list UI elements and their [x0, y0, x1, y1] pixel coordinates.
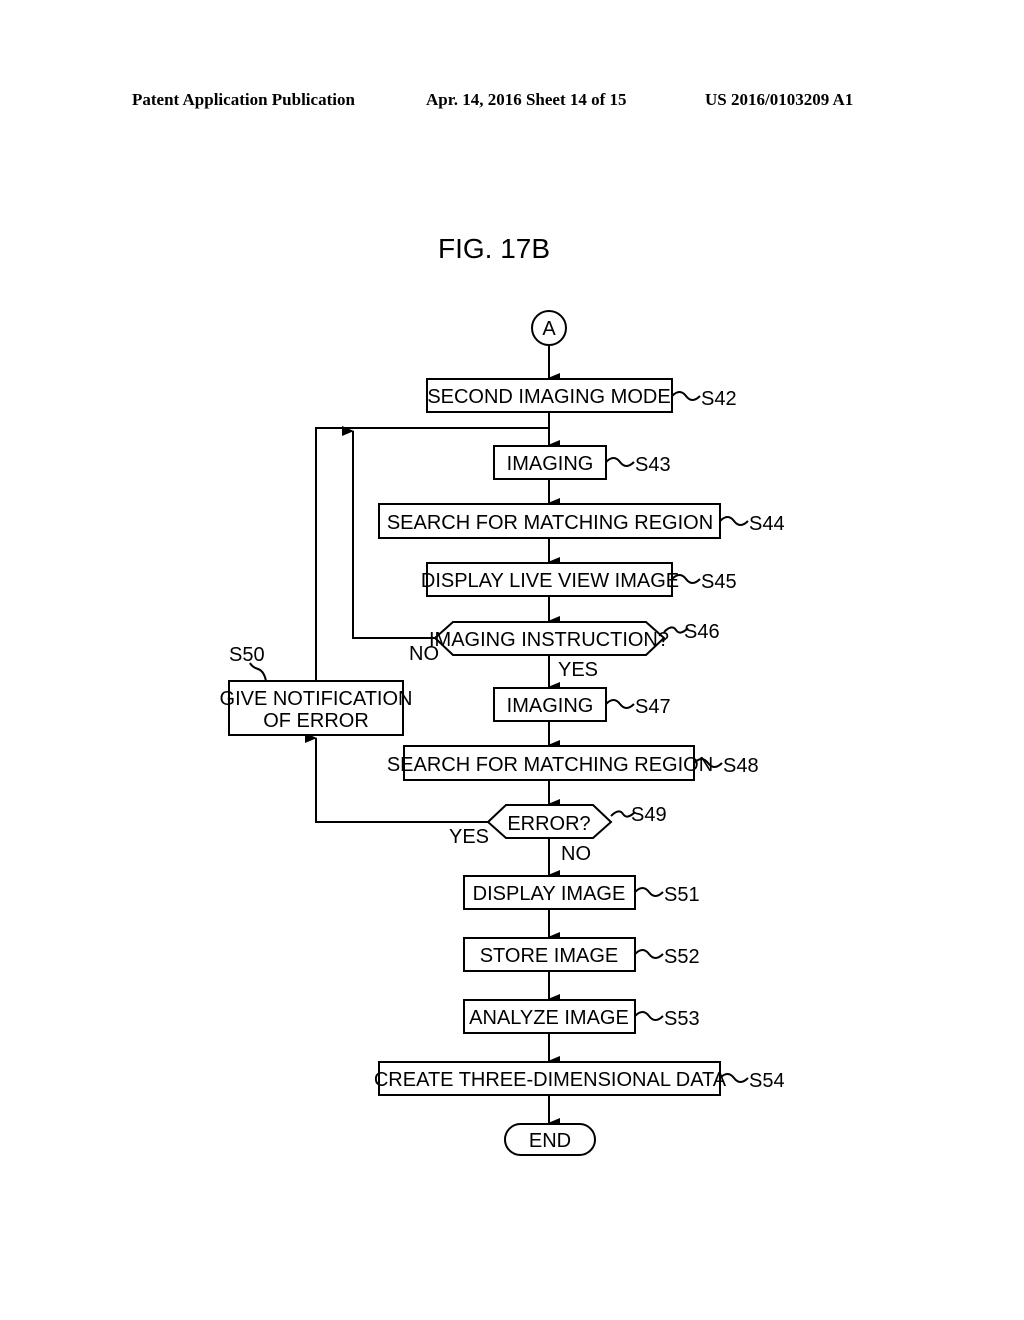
leader-s44	[719, 516, 749, 526]
step-s50-label-line2: OF ERROR	[263, 710, 369, 732]
leader-s42	[671, 391, 701, 401]
decision-s49: ERROR? S49 YES NO	[449, 804, 667, 865]
decision-s46-yes: YES	[558, 659, 598, 681]
decision-s49-label: ERROR?	[507, 813, 590, 835]
step-s48-label: SEARCH FOR MATCHING REGION	[387, 754, 713, 776]
step-s54-id: S54	[749, 1070, 785, 1092]
step-s53: ANALYZE IMAGE S53	[463, 999, 700, 1034]
step-s42-id: S42	[701, 388, 737, 410]
step-s52-id: S52	[664, 946, 700, 968]
flowchart: FIG. 17B A SECOND IMAGING MODE S42 IMAGI…	[220, 233, 785, 1156]
step-s51: DISPLAY IMAGE S51	[463, 875, 700, 910]
leader-s43	[605, 457, 635, 467]
step-s47-id: S47	[635, 696, 671, 718]
step-s43: IMAGING S43	[493, 445, 671, 480]
leader-s53	[634, 1011, 664, 1021]
step-s54-label: CREATE THREE-DIMENSIONAL DATA	[374, 1069, 727, 1091]
decision-s46: IMAGING INSTRUCTION? S46 NO YES	[409, 621, 720, 681]
step-s51-id: S51	[664, 884, 700, 906]
step-s48-id: S48	[723, 755, 759, 777]
step-s45: DISPLAY LIVE VIEW IMAGE S45	[421, 562, 737, 597]
step-s44-label: SEARCH FOR MATCHING REGION	[387, 512, 713, 534]
end-label: END	[529, 1130, 571, 1152]
decision-s46-no: NO	[409, 643, 439, 665]
step-s43-id: S43	[635, 454, 671, 476]
decision-s49-no: NO	[561, 843, 591, 865]
step-s43-label: IMAGING	[507, 453, 594, 475]
step-s50-id: S50	[229, 644, 265, 666]
decision-s46-id: S46	[684, 621, 720, 643]
step-s45-id: S45	[701, 571, 737, 593]
step-s47-label: IMAGING	[507, 695, 594, 717]
step-s51-label: DISPLAY IMAGE	[473, 883, 626, 905]
step-s52: STORE IMAGE S52	[463, 937, 700, 972]
connector-a: A	[531, 310, 567, 346]
end-terminator: END	[504, 1123, 596, 1156]
decision-s46-label: IMAGING INSTRUCTION?	[429, 629, 669, 651]
connector-label: A	[542, 318, 556, 340]
step-s42-label: SECOND IMAGING MODE	[427, 386, 670, 408]
step-s42: SECOND IMAGING MODE S42	[426, 378, 737, 413]
leader-s52	[634, 949, 664, 959]
decision-s49-yes: YES	[449, 826, 489, 848]
step-s45-label: DISPLAY LIVE VIEW IMAGE	[421, 570, 679, 592]
step-s47: IMAGING S47	[493, 687, 671, 722]
step-s53-label: ANALYZE IMAGE	[469, 1007, 629, 1029]
step-s44-id: S44	[749, 513, 785, 535]
step-s48: SEARCH FOR MATCHING REGION S48	[387, 745, 759, 781]
leader-s51	[634, 887, 664, 897]
step-s54: CREATE THREE-DIMENSIONAL DATA S54	[374, 1061, 785, 1096]
step-s53-id: S53	[664, 1008, 700, 1030]
leader-s47	[605, 699, 635, 709]
decision-s49-id: S49	[631, 804, 667, 826]
figure-title: FIG. 17B	[438, 233, 550, 264]
step-s50-label-line1: GIVE NOTIFICATION	[220, 688, 413, 710]
step-s52-label: STORE IMAGE	[480, 945, 619, 967]
step-s44: SEARCH FOR MATCHING REGION S44	[378, 503, 785, 539]
